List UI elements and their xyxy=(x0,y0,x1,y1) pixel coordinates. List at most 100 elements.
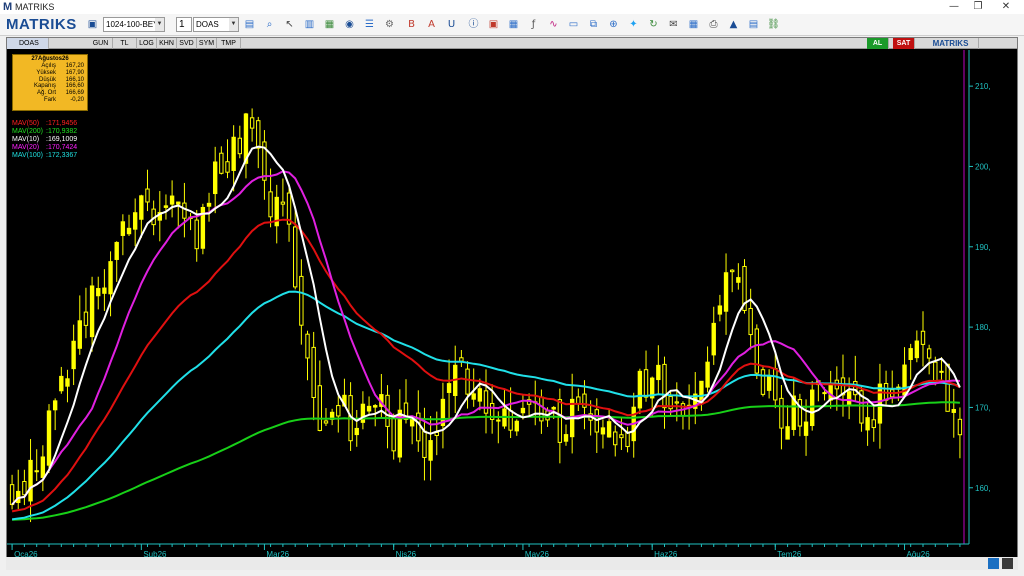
candle-body xyxy=(656,364,661,381)
ohlc-label: Kapanış xyxy=(33,83,56,90)
candle-body xyxy=(280,201,286,205)
indicator-value: :172,3367 xyxy=(46,152,78,159)
indicator-legend-item: MAV(200):170,9382 xyxy=(12,128,77,136)
ohlc-info-box: 27Ağustos26 Açılış 167,20 Yüksek 167,90 Düşü… xyxy=(12,54,88,111)
candle-body xyxy=(773,368,778,401)
candle-body xyxy=(176,201,181,205)
candle-body xyxy=(779,397,784,429)
candle-body xyxy=(662,363,667,409)
indicator-legend-item: MAV(10):169,1009 xyxy=(12,136,77,144)
candle-body xyxy=(465,368,470,395)
candle-body xyxy=(613,431,618,446)
list-icon[interactable]: ☰ xyxy=(363,18,376,31)
chart-icon[interactable]: ▥ xyxy=(303,18,316,31)
candle-body xyxy=(71,340,76,370)
indicator-name: MAV(50) xyxy=(12,120,40,127)
print-icon[interactable]: ⎙ xyxy=(707,18,720,31)
save-icon[interactable]: ▤ xyxy=(243,18,256,31)
candle-body xyxy=(28,459,33,502)
candle-body xyxy=(360,403,366,423)
candle-body xyxy=(606,421,612,438)
formula-icon[interactable]: U xyxy=(445,18,458,31)
save-icon[interactable]: ▣ xyxy=(86,18,99,31)
chart-tab-sym[interactable]: SYM xyxy=(197,38,217,49)
info-icon[interactable]: ⓘ xyxy=(467,18,480,31)
chart-tab-log[interactable]: LOG xyxy=(137,38,157,49)
scroll-right-icon[interactable] xyxy=(1002,558,1013,569)
page-combo[interactable]: 1 xyxy=(176,17,192,32)
candle-body xyxy=(311,346,316,399)
candle-body xyxy=(945,363,950,412)
link-icon[interactable]: ⛓ xyxy=(767,18,780,31)
fx-icon[interactable]: ƒ xyxy=(527,18,540,31)
chart-tab-svd[interactable]: SVD xyxy=(177,38,197,49)
chart-tab-tl[interactable]: TL xyxy=(113,38,137,49)
text-icon[interactable]: A xyxy=(425,18,438,31)
bold-icon[interactable]: B xyxy=(405,18,418,31)
refresh-icon[interactable] xyxy=(988,558,999,569)
candle-body xyxy=(293,226,298,288)
candle-body xyxy=(77,320,82,349)
search-icon[interactable]: ⌕ xyxy=(263,18,276,31)
candle-body xyxy=(212,161,218,195)
candle-body xyxy=(797,399,803,427)
buy-button[interactable]: AL xyxy=(867,38,889,49)
news-icon[interactable]: ▣ xyxy=(487,18,500,31)
candle-body xyxy=(908,348,913,360)
window-icon[interactable]: ▭ xyxy=(567,18,580,31)
chart-brand: MATRIKS xyxy=(923,38,979,49)
indicator-name: MAV(20) xyxy=(12,144,40,151)
candle-body xyxy=(391,415,396,452)
bottom-scrollbar[interactable] xyxy=(6,557,1018,570)
pointer-icon[interactable]: ↖ xyxy=(283,18,296,31)
refresh-icon[interactable]: ↻ xyxy=(647,18,660,31)
chart-tab-gun[interactable]: GUN xyxy=(89,38,113,49)
candle-body xyxy=(459,357,464,362)
symbol-combo[interactable]: DOAS ▼ xyxy=(193,17,239,32)
candle-body xyxy=(323,420,329,424)
mail-icon[interactable]: ✉ xyxy=(667,18,680,31)
settings-icon[interactable]: ⚙ xyxy=(383,18,396,31)
candle-body xyxy=(120,221,126,236)
candle-body xyxy=(108,261,113,295)
sell-button[interactable]: SAT xyxy=(893,38,915,49)
chart-line-icon[interactable]: ∿ xyxy=(547,18,560,31)
candle-body xyxy=(366,405,372,412)
candle-body xyxy=(520,407,526,414)
zoom-icon[interactable]: ⊕ xyxy=(607,18,620,31)
layout-icon[interactable]: ▦ xyxy=(323,18,336,31)
chart-tab-khn[interactable]: KHN xyxy=(157,38,177,49)
indicator-value: :169,1009 xyxy=(46,136,78,143)
y-tick-label: 200, xyxy=(975,162,991,171)
layout-combo[interactable]: 1024-100-BEYAZ ▼ xyxy=(103,17,165,32)
candle-body xyxy=(674,401,679,404)
candle-body xyxy=(145,188,150,203)
calc-icon[interactable]: ▤ xyxy=(747,18,760,31)
twitter-icon[interactable]: ✦ xyxy=(627,18,640,31)
y-tick-label: 180, xyxy=(975,323,991,332)
price-chart[interactable]: 210,200,190,180,170,160,Oca26 Şub26 Mar26 N… xyxy=(7,50,1017,558)
candle-body xyxy=(766,375,772,391)
alert-icon[interactable]: ▲ xyxy=(727,18,740,31)
candle-body xyxy=(625,431,630,448)
chart-tab-doas[interactable]: DOAS xyxy=(7,38,49,49)
candle-body xyxy=(810,389,815,427)
copy-icon[interactable]: ⧉ xyxy=(587,18,600,31)
ohlc-value: 166,60 xyxy=(65,83,84,90)
table-icon[interactable]: ▦ xyxy=(687,18,700,31)
eye-icon[interactable]: ◉ xyxy=(343,18,356,31)
restore-button[interactable]: ❐ xyxy=(964,0,992,14)
candle-body xyxy=(637,370,643,409)
close-button[interactable]: ✕ xyxy=(992,0,1020,14)
y-tick-label: 190, xyxy=(975,243,991,252)
ohlc-row: Açılış 167,20 xyxy=(13,63,87,70)
grid-icon[interactable]: ▦ xyxy=(507,18,520,31)
candle-body xyxy=(422,430,427,458)
candle-body xyxy=(496,419,501,422)
chart-tab-tmp[interactable]: TMP xyxy=(217,38,241,49)
ohlc-row: Yüksek 167,90 xyxy=(13,70,87,77)
candle-body xyxy=(354,427,359,436)
candle-body xyxy=(803,421,809,436)
candle-body xyxy=(317,385,323,431)
candle-body xyxy=(736,277,741,283)
